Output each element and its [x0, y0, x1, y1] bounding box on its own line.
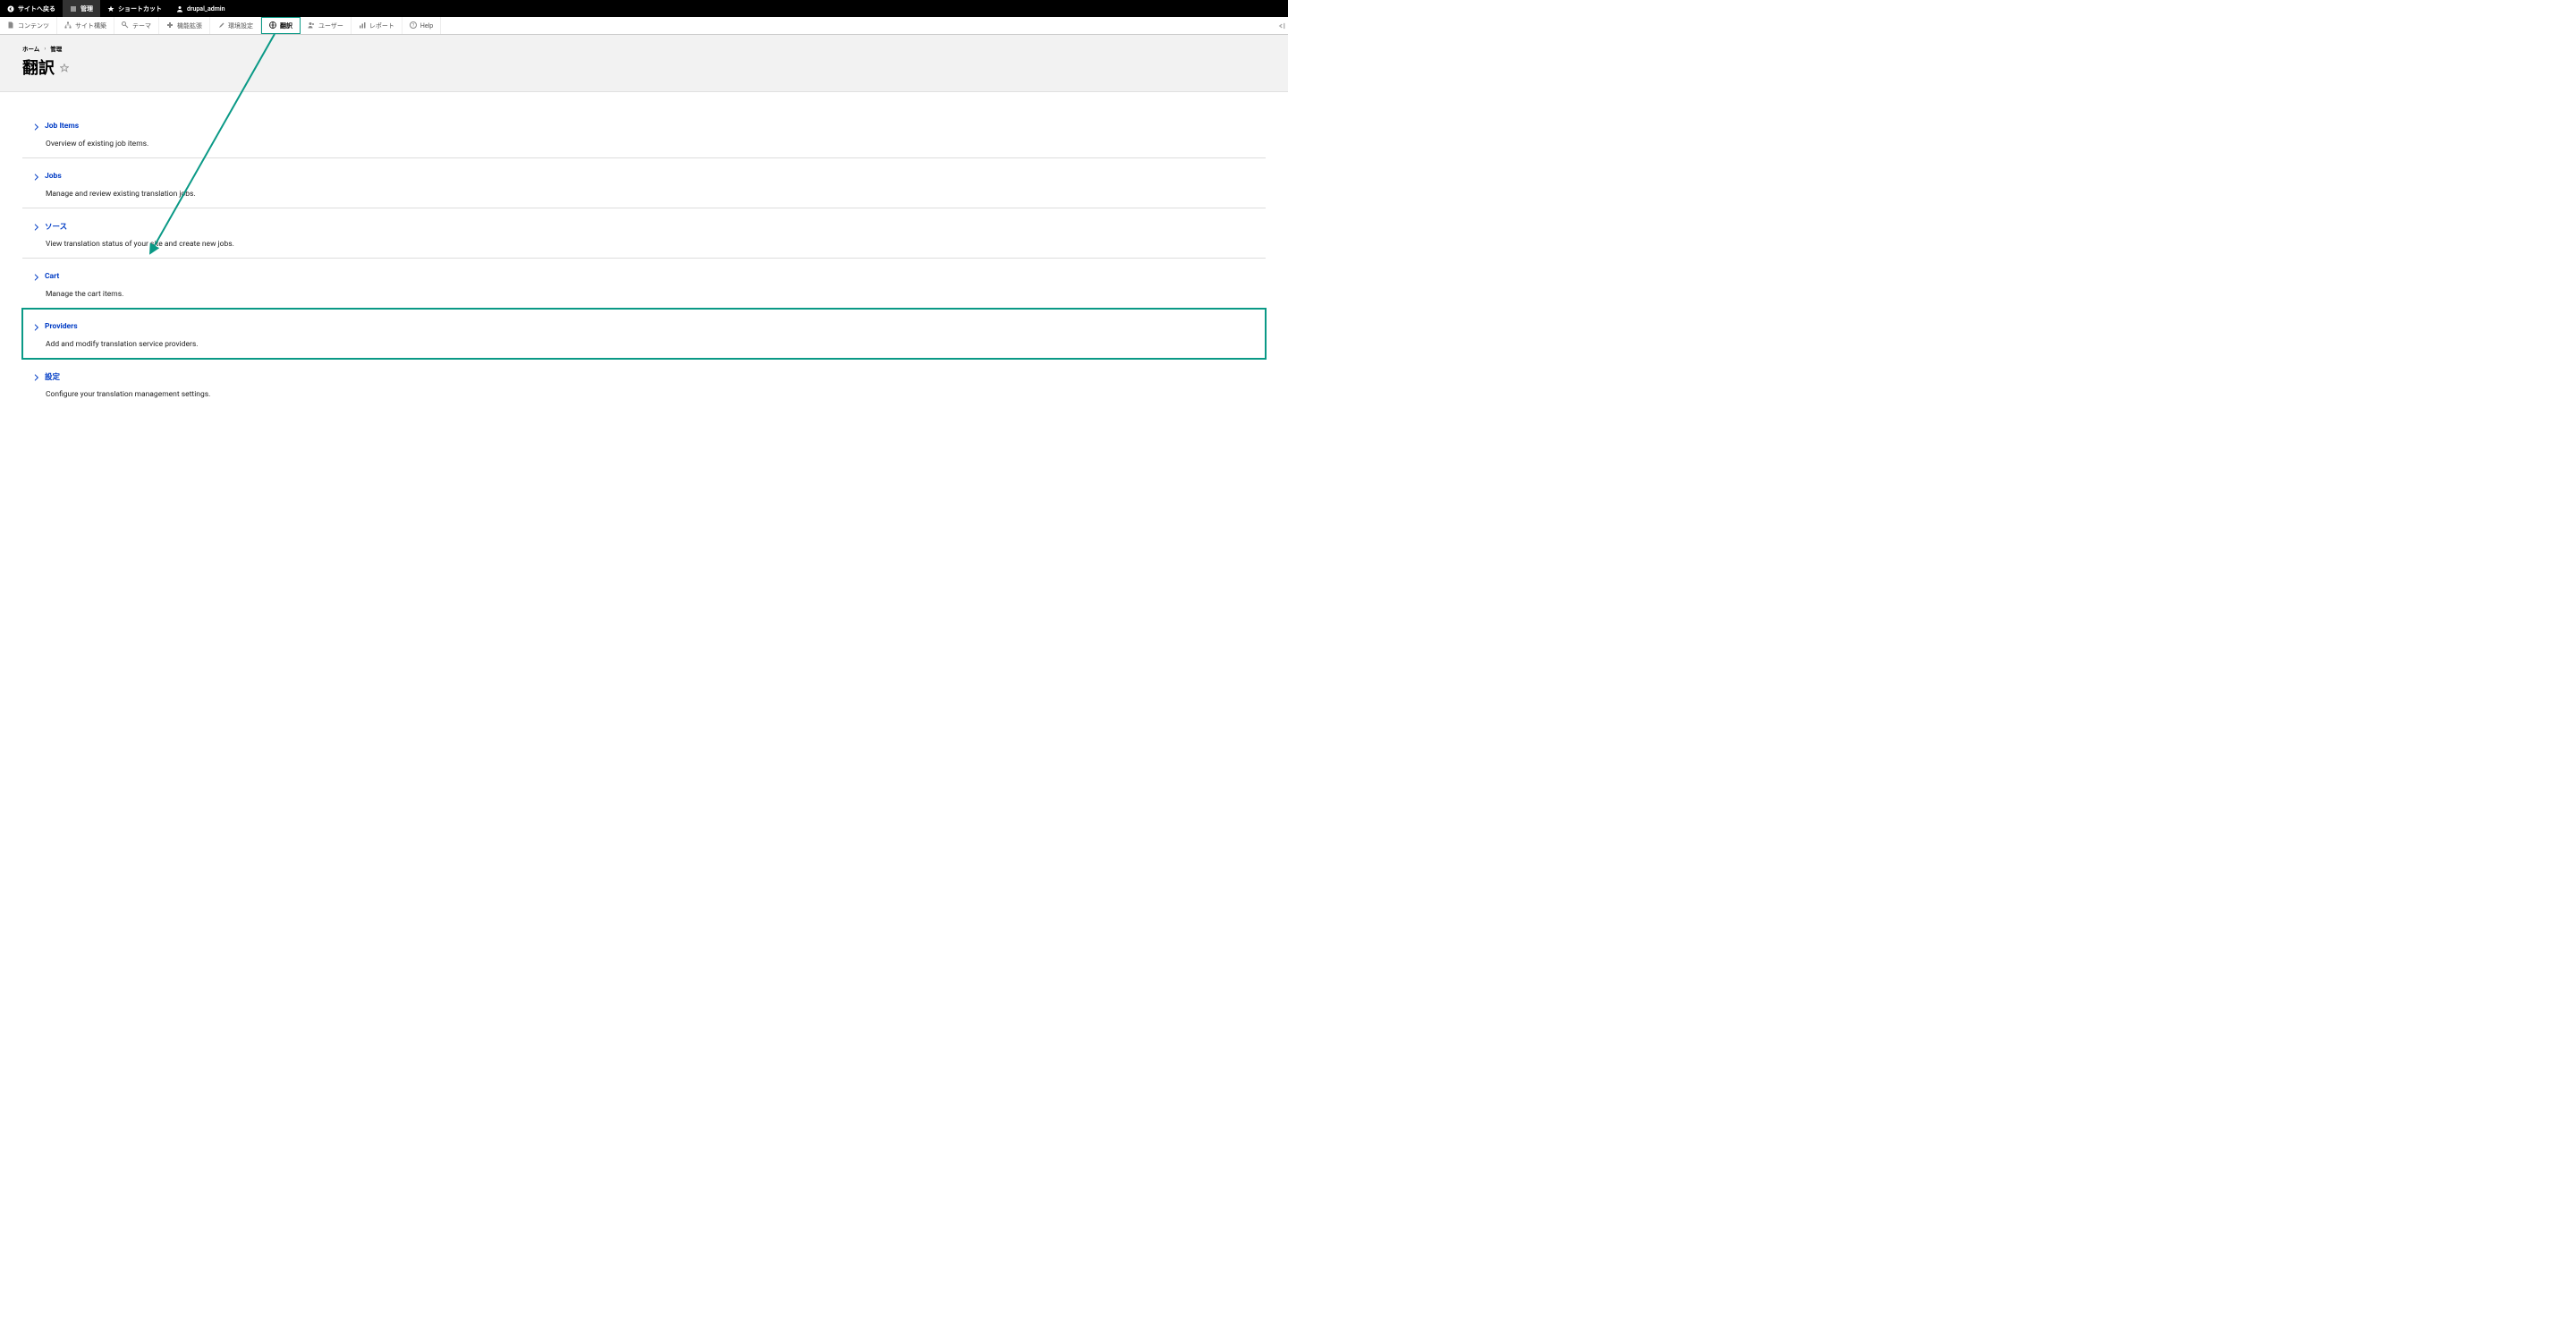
user-label: drupal_admin — [187, 5, 225, 13]
tab-translation[interactable]: 翻訳 — [261, 17, 301, 34]
task-description: View translation status of your site and… — [46, 240, 1254, 249]
tab-users[interactable]: ユーザー — [301, 17, 352, 34]
task-item-providers: Providers Add and modify translation ser… — [22, 309, 1266, 359]
task-description: Configure your translation management se… — [46, 390, 1254, 399]
breadcrumb-admin[interactable]: 管理 — [50, 44, 62, 53]
appearance-icon — [122, 21, 129, 30]
document-icon — [7, 21, 14, 30]
star-filled-icon — [107, 5, 114, 13]
users-icon — [308, 21, 315, 30]
task-description: Manage and review existing translation j… — [46, 190, 1254, 199]
manage-label: 管理 — [80, 4, 93, 13]
breadcrumb-separator: › — [44, 45, 46, 52]
tab-label: 機能拡張 — [177, 21, 202, 30]
tab-label: Help — [420, 22, 433, 30]
collapse-icon — [1276, 21, 1285, 30]
chevron-right-icon — [34, 167, 39, 184]
extend-icon — [166, 21, 174, 30]
task-description: Add and modify translation service provi… — [46, 340, 1254, 349]
page-title: 翻訳 — [22, 55, 55, 79]
shortcuts-link[interactable]: ショートカット — [100, 0, 169, 17]
tab-help[interactable]: ? Help — [402, 17, 441, 34]
breadcrumb: ホーム › 管理 — [22, 44, 1266, 53]
task-list: Job Items Overview of existing job items… — [22, 108, 1266, 408]
favorite-star-icon[interactable] — [60, 59, 69, 76]
back-icon — [7, 5, 14, 13]
task-link[interactable]: Cart — [45, 272, 59, 281]
tab-extend[interactable]: 機能拡張 — [159, 17, 210, 34]
task-link[interactable]: ソース — [45, 221, 67, 232]
task-description: Overview of existing job items. — [46, 140, 1254, 149]
chevron-right-icon — [34, 318, 39, 335]
user-link[interactable]: drupal_admin — [169, 0, 233, 17]
task-item-cart: Cart Manage the cart items. — [22, 259, 1266, 309]
tab-label: テーマ — [132, 21, 151, 30]
shortcuts-label: ショートカット — [118, 4, 162, 13]
manage-link[interactable]: 管理 — [63, 0, 100, 17]
page-title-row: 翻訳 — [22, 55, 1266, 79]
admin-tabs: コンテンツ サイト構築 テーマ 機能拡張 環境設定 翻訳 ユーザー レポート ?… — [0, 17, 1288, 35]
user-icon — [176, 5, 183, 13]
tab-appearance[interactable]: テーマ — [114, 17, 159, 34]
tab-structure[interactable]: サイト構築 — [57, 17, 114, 34]
tab-label: 翻訳 — [280, 21, 292, 30]
content: Job Items Overview of existing job items… — [0, 92, 1288, 408]
breadcrumb-home[interactable]: ホーム — [22, 44, 39, 53]
task-item-settings: 設定 Configure your translation management… — [22, 359, 1266, 408]
task-link[interactable]: 設定 — [45, 371, 60, 382]
tab-label: レポート — [369, 21, 394, 30]
task-item-sources: ソース View translation status of your site… — [22, 208, 1266, 259]
globe-icon — [269, 21, 276, 30]
task-item-job-items: Job Items Overview of existing job items… — [22, 108, 1266, 158]
tab-content[interactable]: コンテンツ — [0, 17, 57, 34]
back-to-site-link[interactable]: サイトへ戻る — [0, 0, 63, 17]
chevron-right-icon — [34, 268, 39, 285]
structure-icon — [64, 21, 72, 30]
task-link[interactable]: Jobs — [45, 172, 62, 181]
tab-config[interactable]: 環境設定 — [210, 17, 261, 34]
topbar: サイトへ戻る 管理 ショートカット drupal_admin — [0, 0, 1288, 17]
chevron-right-icon — [34, 217, 39, 234]
reports-icon — [359, 21, 366, 30]
back-to-site-label: サイトへ戻る — [18, 4, 55, 13]
task-link[interactable]: Job Items — [45, 122, 79, 131]
tab-reports[interactable]: レポート — [352, 17, 402, 34]
help-icon: ? — [410, 21, 417, 30]
tab-label: コンテンツ — [18, 21, 49, 30]
task-item-jobs: Jobs Manage and review existing translat… — [22, 158, 1266, 208]
tab-label: ユーザー — [318, 21, 343, 30]
chevron-right-icon — [34, 117, 39, 134]
menu-icon — [70, 5, 77, 13]
task-link[interactable]: Providers — [45, 322, 78, 331]
tab-label: サイト構築 — [75, 21, 106, 30]
tab-label: 環境設定 — [228, 21, 253, 30]
task-description: Manage the cart items. — [46, 290, 1254, 299]
collapse-button[interactable] — [1276, 21, 1285, 30]
config-icon — [217, 21, 225, 30]
header-region: ホーム › 管理 翻訳 — [0, 35, 1288, 92]
chevron-right-icon — [34, 368, 39, 385]
